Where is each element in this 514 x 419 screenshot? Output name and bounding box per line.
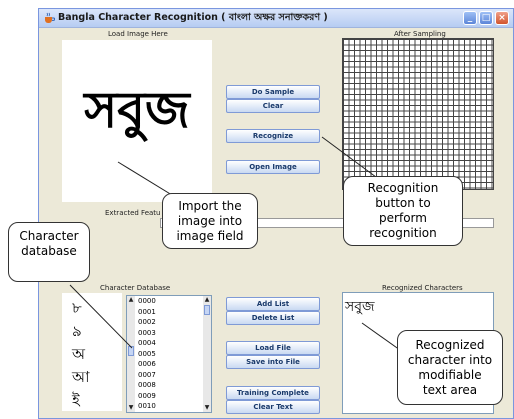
extracted-features-caption: Extracted Featu [105,209,161,217]
index-list-scrollbar-right[interactable]: ▲ ▼ [203,296,211,412]
do-sample-button[interactable]: Do Sample [226,85,320,99]
callout-text: Character database [19,229,79,258]
recognized-text-callout: Recognized character into modifiable tex… [397,330,503,405]
db-character: ৯ [72,322,82,340]
db-character: অ [72,345,85,363]
list-item[interactable]: 0001 [138,308,156,316]
scroll-up-icon[interactable]: ▲ [203,296,211,304]
training-complete-button[interactable]: Training Complete [226,386,320,400]
scroll-thumb[interactable] [204,305,210,315]
list-item[interactable]: 0009 [138,392,156,400]
close-button[interactable]: × [495,11,509,25]
list-item[interactable]: 0006 [138,360,156,368]
db-character: ৮ [72,299,82,317]
image-field[interactable]: সবুজ [62,40,212,202]
import-image-callout: Import the image into image field [162,193,258,249]
list-item[interactable]: 0002 [138,318,156,326]
callout-text: Import the image into image field [176,199,244,243]
loaded-image-word: সবুজ [84,81,190,139]
close-icon: × [498,13,506,23]
list-item[interactable]: 0000 [138,297,156,305]
open-image-button[interactable]: Open Image [226,160,320,174]
scroll-down-icon[interactable]: ▼ [203,404,211,412]
scroll-up-icon[interactable]: ▲ [127,296,135,304]
scroll-down-icon[interactable]: ▼ [127,404,135,412]
list-item[interactable]: 0008 [138,381,156,389]
character-database-callout: Character database [8,222,90,282]
title-bar: Bangla Character Recognition ( বাংলা অক্… [39,9,513,28]
character-database-caption: Character Database [100,284,171,292]
scroll-thumb[interactable] [128,346,134,356]
recognize-button[interactable]: Recognize [226,129,320,143]
maximize-icon: □ [481,13,491,23]
list-item[interactable]: 0004 [138,339,156,347]
window-title: Bangla Character Recognition ( বাংলা অক্… [58,12,328,23]
delete-list-button[interactable]: Delete List [226,311,320,325]
list-item[interactable]: 0003 [138,329,156,337]
save-into-file-button[interactable]: Save into File [226,355,320,369]
load-image-caption: Load Image Here [108,30,168,38]
java-cup-icon [45,12,55,23]
sampling-grid [342,38,494,190]
load-file-button[interactable]: Load File [226,341,320,355]
list-item[interactable]: 0005 [138,350,156,358]
clear-text-button[interactable]: Clear Text [226,400,320,414]
add-list-button[interactable]: Add List [226,297,320,311]
list-item[interactable]: 0010 [138,402,156,410]
recognized-characters-caption: Recognized Characters [382,284,463,292]
index-list-scrollbar[interactable]: ▲ ▼ [127,296,135,412]
maximize-button[interactable]: □ [479,11,493,25]
minimize-button[interactable]: _ [463,11,477,25]
after-sampling-caption: After Sampling [394,30,446,38]
list-item[interactable]: 0007 [138,371,156,379]
callout-text: Recognized character into modifiable tex… [407,338,493,397]
clear-button[interactable]: Clear [226,99,320,113]
character-glyph-column: ৮ ৯ অ আ ই [62,293,122,411]
db-character: আ [72,368,90,386]
recognition-button-callout: Recognition button to perform recognitio… [343,176,463,246]
db-character: ই [72,391,80,409]
callout-text: Recognition button to perform recognitio… [367,181,439,240]
minimize-icon: _ [467,13,473,23]
character-index-list[interactable]: ▲ ▼ 0000 0001 0002 0003 0004 0005 0006 0… [126,295,212,413]
recognized-text: সবুজ [345,299,375,315]
